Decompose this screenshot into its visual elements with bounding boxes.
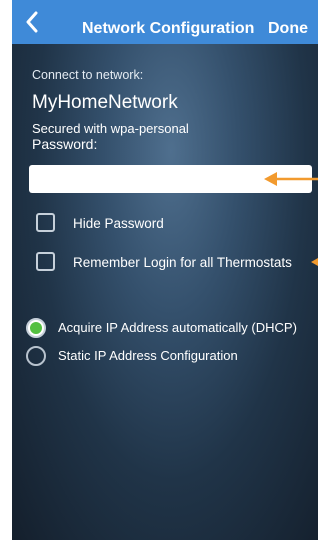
network-name: MyHomeNetwork — [32, 92, 178, 113]
app-screen: Network Configuration Done Connect to ne… — [12, 0, 318, 540]
done-button[interactable]: Done — [268, 20, 308, 38]
connect-label: Connect to network: — [32, 68, 144, 82]
annotation-arrow-remember — [311, 258, 318, 266]
back-button[interactable] — [20, 9, 44, 35]
radio-static-ip[interactable] — [26, 346, 46, 366]
password-label: Password: — [32, 136, 98, 152]
remember-login-checkbox[interactable] — [36, 252, 55, 271]
annotation-arrow-password — [264, 172, 318, 186]
page-title: Network Configuration — [82, 20, 255, 37]
radio-dhcp-label[interactable]: Acquire IP Address automatically (DHCP) — [58, 320, 297, 335]
chevron-left-icon — [26, 11, 38, 33]
security-text: Secured with wpa-personal — [32, 121, 189, 136]
navigation-bar: Network Configuration Done — [12, 0, 318, 44]
remember-login-label[interactable]: Remember Login for all Thermostats — [73, 255, 292, 270]
radio-dhcp[interactable] — [26, 318, 46, 338]
hide-password-label[interactable]: Hide Password — [73, 216, 164, 231]
hide-password-checkbox[interactable] — [36, 213, 55, 232]
radio-static-ip-label[interactable]: Static IP Address Configuration — [58, 348, 238, 363]
